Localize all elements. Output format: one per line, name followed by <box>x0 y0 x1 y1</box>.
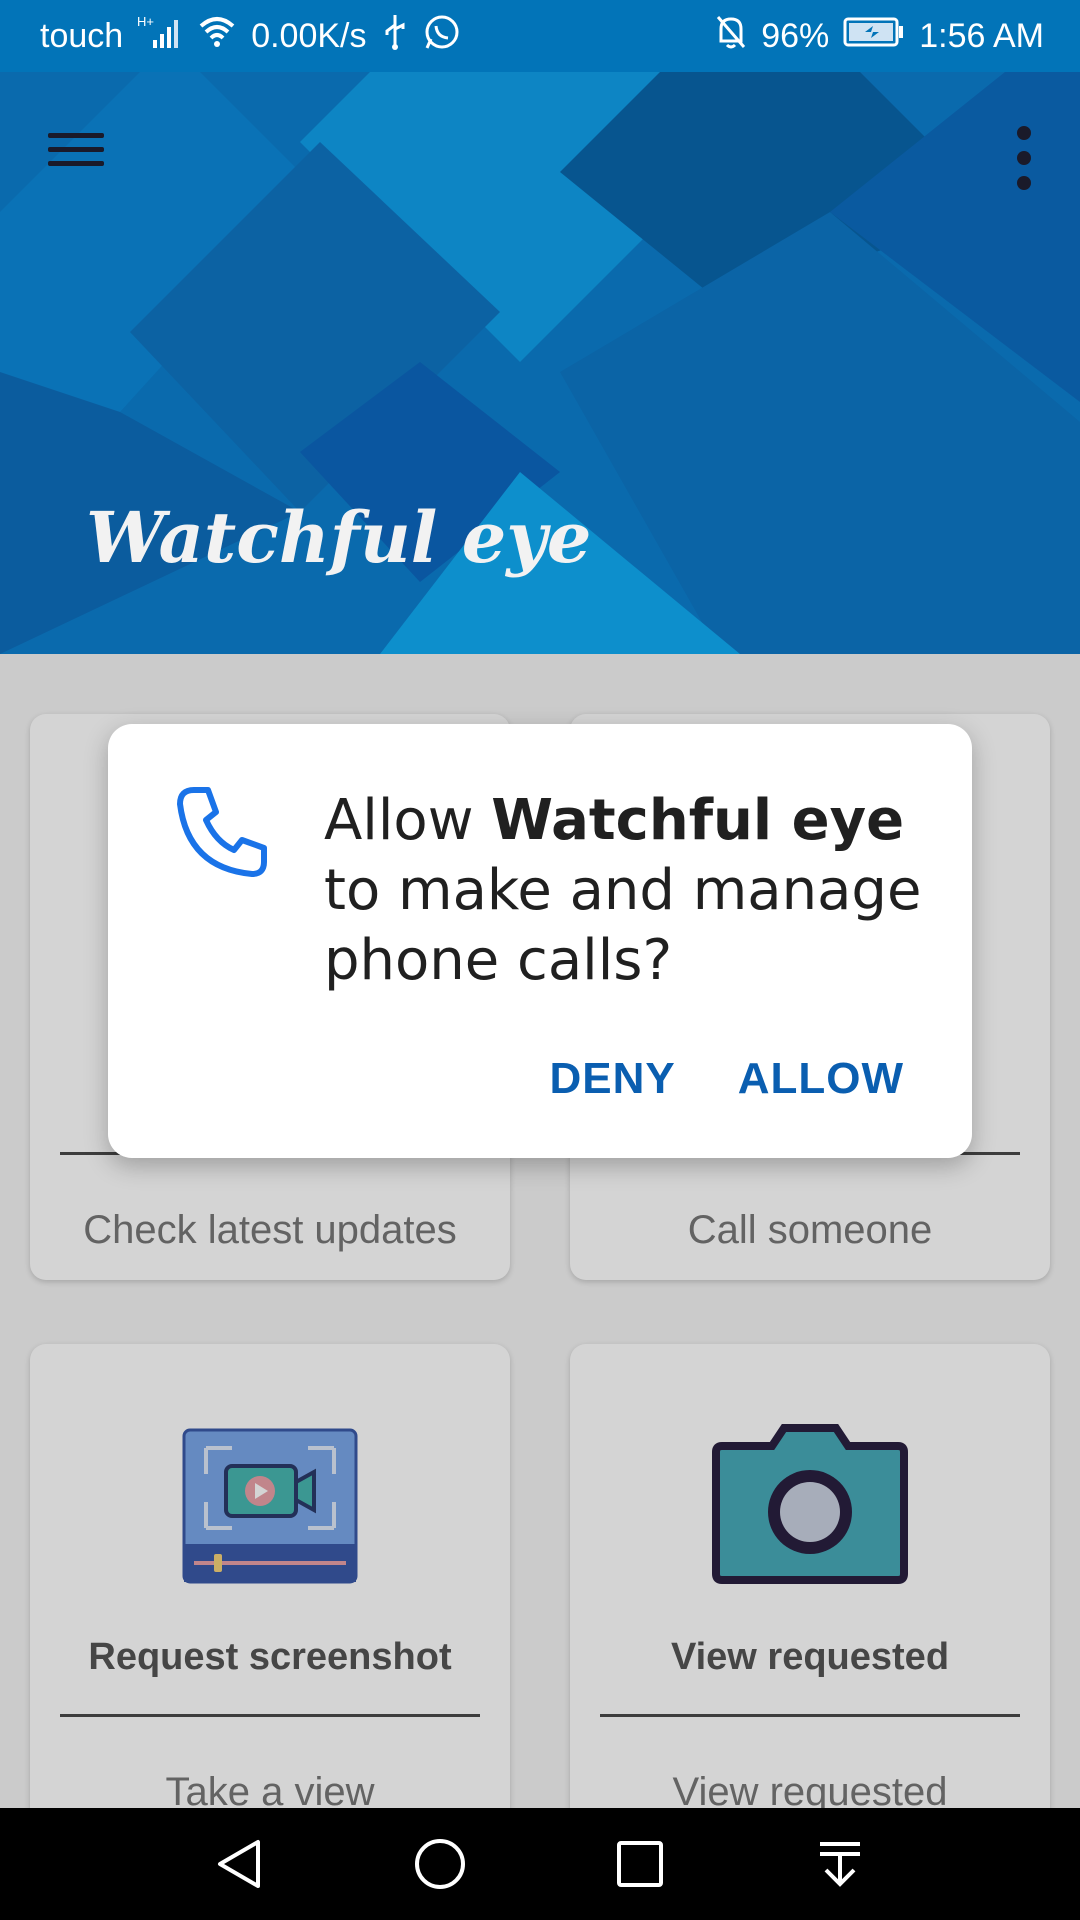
phone-icon <box>172 782 272 887</box>
clock: 1:56 AM <box>919 16 1044 55</box>
usb-icon <box>381 13 409 60</box>
deny-button[interactable]: DENY <box>549 1054 675 1104</box>
permission-dialog: Allow Watchful eye to make and manage ph… <box>108 724 972 1158</box>
wifi-icon <box>197 14 237 59</box>
permission-message: Allow Watchful eye to make and manage ph… <box>324 786 934 996</box>
message-prefix: Allow <box>324 788 492 853</box>
app-title: Watchful eye <box>86 496 592 579</box>
app-name: Watchful eye <box>491 788 905 853</box>
navigation-bar <box>0 1808 1080 1920</box>
back-icon[interactable] <box>200 1824 280 1904</box>
status-bar: touch H+ 0.00K/s 96% 1:56 AM <box>0 0 1080 72</box>
battery-charging-icon <box>843 17 905 56</box>
hamburger-menu-icon[interactable] <box>48 124 112 188</box>
notifications-off-icon <box>715 13 747 60</box>
status-right: 96% 1:56 AM <box>715 13 1044 60</box>
dialog-actions: DENY ALLOW <box>549 1054 904 1104</box>
signal-icon: H+ <box>137 14 183 59</box>
more-vert-icon[interactable] <box>1004 122 1044 194</box>
net-speed: 0.00K/s <box>251 16 367 55</box>
app-header: Watchful eye <box>0 72 1080 654</box>
allow-button[interactable]: ALLOW <box>738 1054 904 1104</box>
home-icon[interactable] <box>400 1824 480 1904</box>
message-suffix: to make and manage phone calls? <box>324 858 922 993</box>
battery-percent: 96% <box>761 16 830 55</box>
recents-icon[interactable] <box>600 1824 680 1904</box>
svg-text:H+: H+ <box>137 14 154 29</box>
whatsapp-icon <box>423 13 461 60</box>
carrier-label: touch <box>40 16 124 55</box>
notification-pull-icon[interactable] <box>800 1824 880 1904</box>
status-left: touch H+ 0.00K/s <box>40 13 461 60</box>
